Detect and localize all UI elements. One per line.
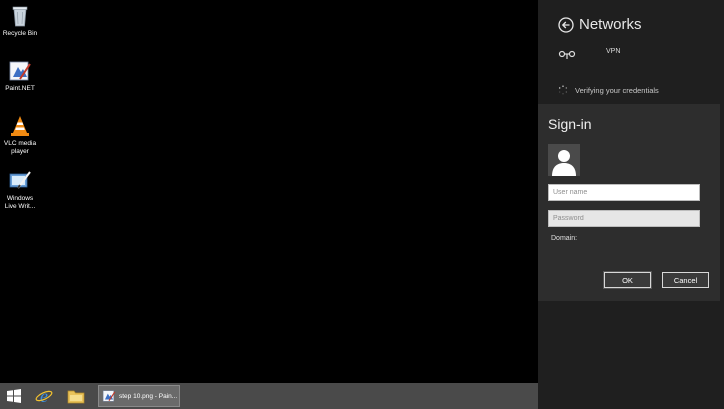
username-field[interactable]: [548, 184, 700, 201]
taskbar: e step 10.png - Pain...: [0, 383, 538, 409]
paint-net-icon: [9, 61, 31, 81]
windows-live-writer-icon: [9, 171, 31, 189]
desktop-icon-label: Paint.NET: [5, 85, 35, 92]
paint-net-icon: [102, 390, 116, 402]
windows-logo-icon: [7, 389, 21, 403]
taskbar-item-label: step 10.png - Pain...: [119, 392, 178, 400]
desktop-screen: Recycle Bin Paint.NET VLC media player W…: [0, 0, 724, 409]
file-explorer-button[interactable]: [60, 383, 92, 409]
sign-in-dialog: Sign-in Domain: OK Cancel: [538, 104, 720, 301]
cancel-button[interactable]: Cancel: [662, 272, 709, 288]
start-button[interactable]: [0, 383, 28, 409]
desktop-icon-vlc[interactable]: VLC media player: [0, 114, 40, 156]
password-field[interactable]: [548, 210, 700, 227]
user-avatar: [548, 144, 580, 176]
user-silhouette-icon: [548, 144, 580, 176]
vpn-connection[interactable]: VPN: [558, 46, 620, 62]
folder-icon: [67, 390, 85, 404]
verifying-status-text: Verifying your credentials: [575, 85, 659, 95]
vpn-icon: [558, 50, 576, 59]
recycle-bin-icon: [12, 6, 28, 27]
networks-title: Networks: [579, 16, 642, 33]
desktop-icon-windows-live-writer[interactable]: Windows Live Writ...: [0, 169, 40, 211]
desktop-icon-recycle-bin[interactable]: Recycle Bin: [0, 4, 40, 38]
internet-explorer-icon: e: [35, 387, 53, 405]
domain-label: Domain:: [551, 235, 578, 242]
internet-explorer-button[interactable]: e: [28, 383, 60, 409]
vpn-label: VPN: [606, 48, 621, 55]
ok-button[interactable]: OK: [603, 271, 652, 289]
spinner-icon: [559, 85, 567, 95]
taskbar-item-paint-net[interactable]: step 10.png - Pain...: [98, 385, 180, 407]
vlc-icon: [11, 116, 29, 136]
svg-text:e: e: [40, 387, 48, 405]
networks-header: Networks: [558, 16, 642, 33]
desktop-icon-label: VLC media player: [3, 140, 37, 155]
sign-in-title: Sign-in: [548, 116, 592, 132]
desktop-icon-paint-net[interactable]: Paint.NET: [0, 59, 40, 93]
desktop-icon-label: Windows Live Writ...: [4, 195, 36, 210]
verifying-status: Verifying your credentials: [558, 85, 659, 95]
back-arrow-icon[interactable]: [558, 16, 574, 33]
desktop-icon-label: Recycle Bin: [2, 30, 38, 37]
